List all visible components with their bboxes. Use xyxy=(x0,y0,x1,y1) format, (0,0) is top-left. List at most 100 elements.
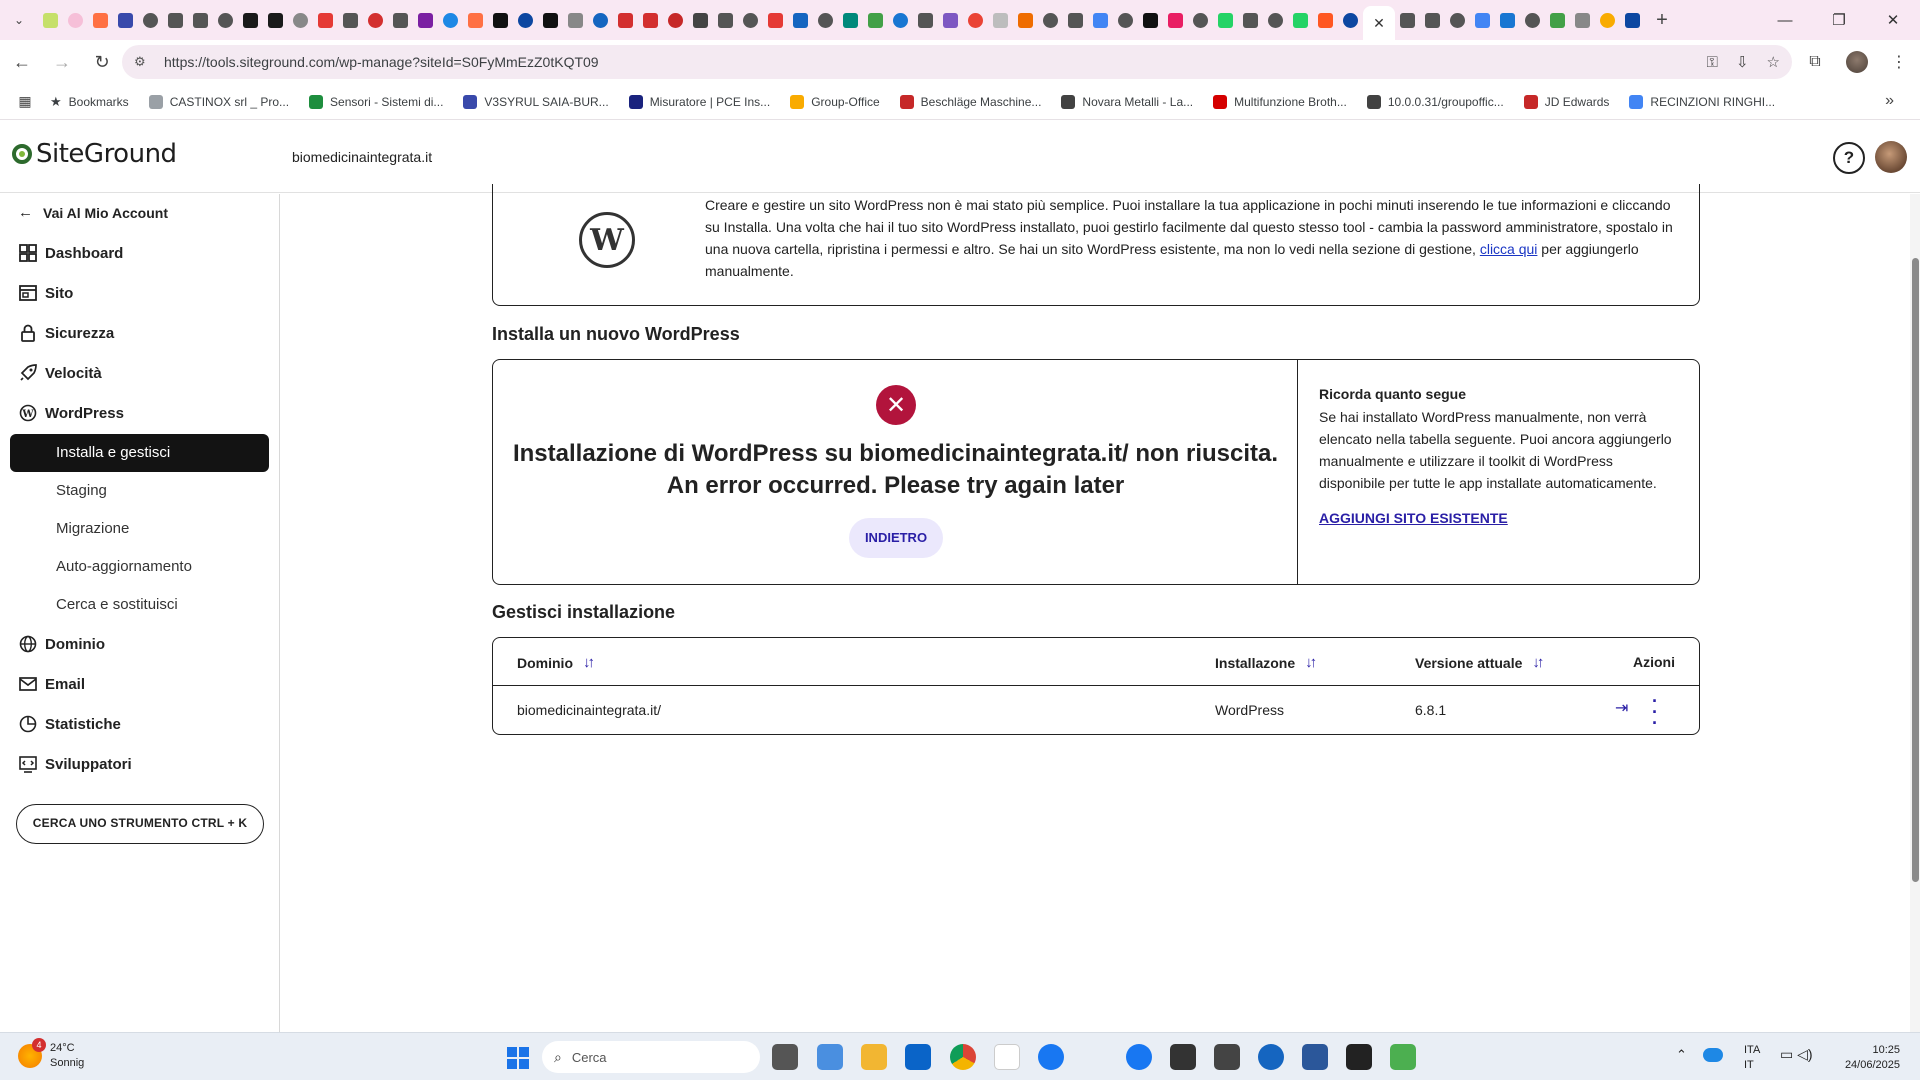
bookmark-item[interactable]: Multifunzione Broth... xyxy=(1213,94,1347,109)
more-actions-icon[interactable]: · · · xyxy=(1651,692,1659,732)
media-player-icon[interactable] xyxy=(1214,1044,1240,1070)
forward-arrow-icon[interactable]: → xyxy=(44,44,80,80)
tab-search-chevron-icon[interactable]: ⌄ xyxy=(0,0,38,40)
browser-tab[interactable] xyxy=(463,0,488,40)
terminal-icon[interactable] xyxy=(1346,1044,1372,1070)
browser-tab[interactable] xyxy=(738,0,763,40)
store-icon[interactable] xyxy=(1170,1044,1196,1070)
bookmark-item[interactable]: Sensori - Sistemi di... xyxy=(309,94,443,109)
browser-tab[interactable] xyxy=(763,0,788,40)
url-text[interactable]: https://tools.siteground.com/wp-manage?s… xyxy=(164,54,599,70)
column-header-installazione[interactable]: Installazone ↓↑ xyxy=(1215,654,1317,671)
browser-tab[interactable] xyxy=(838,0,863,40)
browser-tab[interactable] xyxy=(988,0,1013,40)
browser-tab[interactable] xyxy=(1138,0,1163,40)
bookmark-item[interactable]: Group-Office xyxy=(790,94,880,109)
browser-tab[interactable] xyxy=(1088,0,1113,40)
user-avatar[interactable] xyxy=(1875,141,1907,173)
browser-tab[interactable] xyxy=(888,0,913,40)
bookmark-item[interactable]: Novara Metalli - La... xyxy=(1061,94,1193,109)
column-header-versione[interactable]: Versione attuale ↓↑ xyxy=(1415,654,1544,671)
sort-icon[interactable]: ↓↑ xyxy=(1305,654,1317,671)
browser-tab[interactable] xyxy=(938,0,963,40)
bookmark-item[interactable]: V3SYRUL SAIA-BUR... xyxy=(463,94,609,109)
browser-tab[interactable] xyxy=(813,0,838,40)
browser-tab[interactable] xyxy=(1038,0,1063,40)
column-header-dominio[interactable]: Dominio ↓↑ xyxy=(517,654,595,671)
browser-tab[interactable] xyxy=(163,0,188,40)
add-manually-link[interactable]: clicca qui xyxy=(1480,241,1538,257)
browser-tab[interactable] xyxy=(1313,0,1338,40)
language-indicator[interactable]: ITA IT xyxy=(1744,1043,1760,1073)
site-selector[interactable]: biomedicinaintegrata.it xyxy=(292,149,432,165)
sort-icon[interactable]: ↓↑ xyxy=(1532,654,1544,671)
browser-tab[interactable] xyxy=(338,0,363,40)
new-tab-button[interactable]: + xyxy=(1647,0,1677,40)
browser-tab[interactable] xyxy=(363,0,388,40)
browser-tab[interactable] xyxy=(1113,0,1138,40)
browser-tab[interactable] xyxy=(213,0,238,40)
maximize-button[interactable]: ❐ xyxy=(1812,0,1866,40)
sidebar-item-statistiche[interactable]: Statistiche xyxy=(18,714,121,734)
file-explorer-icon[interactable] xyxy=(861,1044,887,1070)
facebook-icon-2[interactable] xyxy=(1126,1044,1152,1070)
browser-tab[interactable] xyxy=(513,0,538,40)
close-window-button[interactable]: ✕ xyxy=(1866,0,1920,40)
copilot-icon[interactable] xyxy=(817,1044,843,1070)
browser-tab[interactable] xyxy=(1288,0,1313,40)
sidebar-sub-cerca-sostituisci[interactable]: Cerca e sostituisci xyxy=(56,596,178,613)
scrollbar-thumb[interactable] xyxy=(1912,258,1919,882)
browser-tab[interactable] xyxy=(113,0,138,40)
browser-tab[interactable] xyxy=(688,0,713,40)
browser-tab[interactable] xyxy=(1545,0,1570,40)
browser-tab[interactable] xyxy=(663,0,688,40)
sidebar-item-dashboard[interactable]: Dashboard xyxy=(18,243,123,263)
sidebar-sub-auto-aggiornamento[interactable]: Auto-aggiornamento xyxy=(56,558,192,575)
bookmark-item[interactable]: CASTINOX srl _ Pro... xyxy=(148,94,289,109)
browser-tab[interactable] xyxy=(438,0,463,40)
browser-tab[interactable] xyxy=(263,0,288,40)
onedrive-icon[interactable] xyxy=(1703,1048,1723,1062)
browser-tab[interactable] xyxy=(788,0,813,40)
browser-tab[interactable] xyxy=(613,0,638,40)
sidebar-item-velocita[interactable]: Velocità xyxy=(18,363,102,383)
browser-tab[interactable] xyxy=(538,0,563,40)
search-app-icon[interactable] xyxy=(1082,1044,1108,1070)
sidebar-item-sito[interactable]: Sito xyxy=(18,283,73,303)
bookmark-item[interactable]: Misuratore | PCE Ins... xyxy=(628,94,770,109)
browser-tab[interactable] xyxy=(1420,0,1445,40)
siteground-logo[interactable]: SiteGround xyxy=(12,139,177,169)
add-existing-site-link[interactable]: AGGIUNGI SITO ESISTENTE xyxy=(1319,510,1508,526)
browser-tab[interactable] xyxy=(638,0,663,40)
back-to-account-link[interactable]: ← Vai Al Mio Account xyxy=(18,204,168,221)
site-info-icon[interactable]: ⚙ xyxy=(134,54,156,70)
browser-tab[interactable] xyxy=(588,0,613,40)
browser-tab[interactable] xyxy=(1188,0,1213,40)
browser-tab[interactable] xyxy=(1445,0,1470,40)
tray-chevron-icon[interactable]: ⌃ xyxy=(1676,1047,1687,1062)
browser-tab[interactable] xyxy=(1520,0,1545,40)
browser-tab[interactable] xyxy=(1570,0,1595,40)
network-app-icon[interactable] xyxy=(1390,1044,1416,1070)
sidebar-item-email[interactable]: Email xyxy=(18,674,85,694)
sidebar-item-dominio[interactable]: Dominio xyxy=(18,634,105,654)
browser-tab[interactable] xyxy=(38,0,63,40)
browser-tab[interactable] xyxy=(1238,0,1263,40)
apps-grid-icon[interactable]: ▦ xyxy=(0,93,50,110)
browser-tab[interactable] xyxy=(1263,0,1288,40)
back-arrow-icon[interactable]: ← xyxy=(4,44,40,80)
windows-start-icon[interactable] xyxy=(507,1047,529,1069)
browser-tab[interactable] xyxy=(913,0,938,40)
browser-tab[interactable] xyxy=(288,0,313,40)
indietro-button[interactable]: INDIETRO xyxy=(849,518,943,558)
browser-tab[interactable] xyxy=(1063,0,1088,40)
install-app-icon[interactable]: ⇩ xyxy=(1736,53,1749,71)
more-bookmarks-icon[interactable]: » xyxy=(1885,92,1894,110)
browser-tab[interactable] xyxy=(1013,0,1038,40)
sidebar-item-sviluppatori[interactable]: Sviluppatori xyxy=(18,754,132,774)
chrome-icon[interactable] xyxy=(950,1044,976,1070)
bookmarks-folder[interactable]: ★ Bookmarks xyxy=(50,94,129,110)
clock[interactable]: 10:25 24/06/2025 xyxy=(1838,1043,1900,1073)
network-volume-icon[interactable]: ▭ ◁) xyxy=(1780,1047,1813,1062)
browser-tab[interactable] xyxy=(313,0,338,40)
